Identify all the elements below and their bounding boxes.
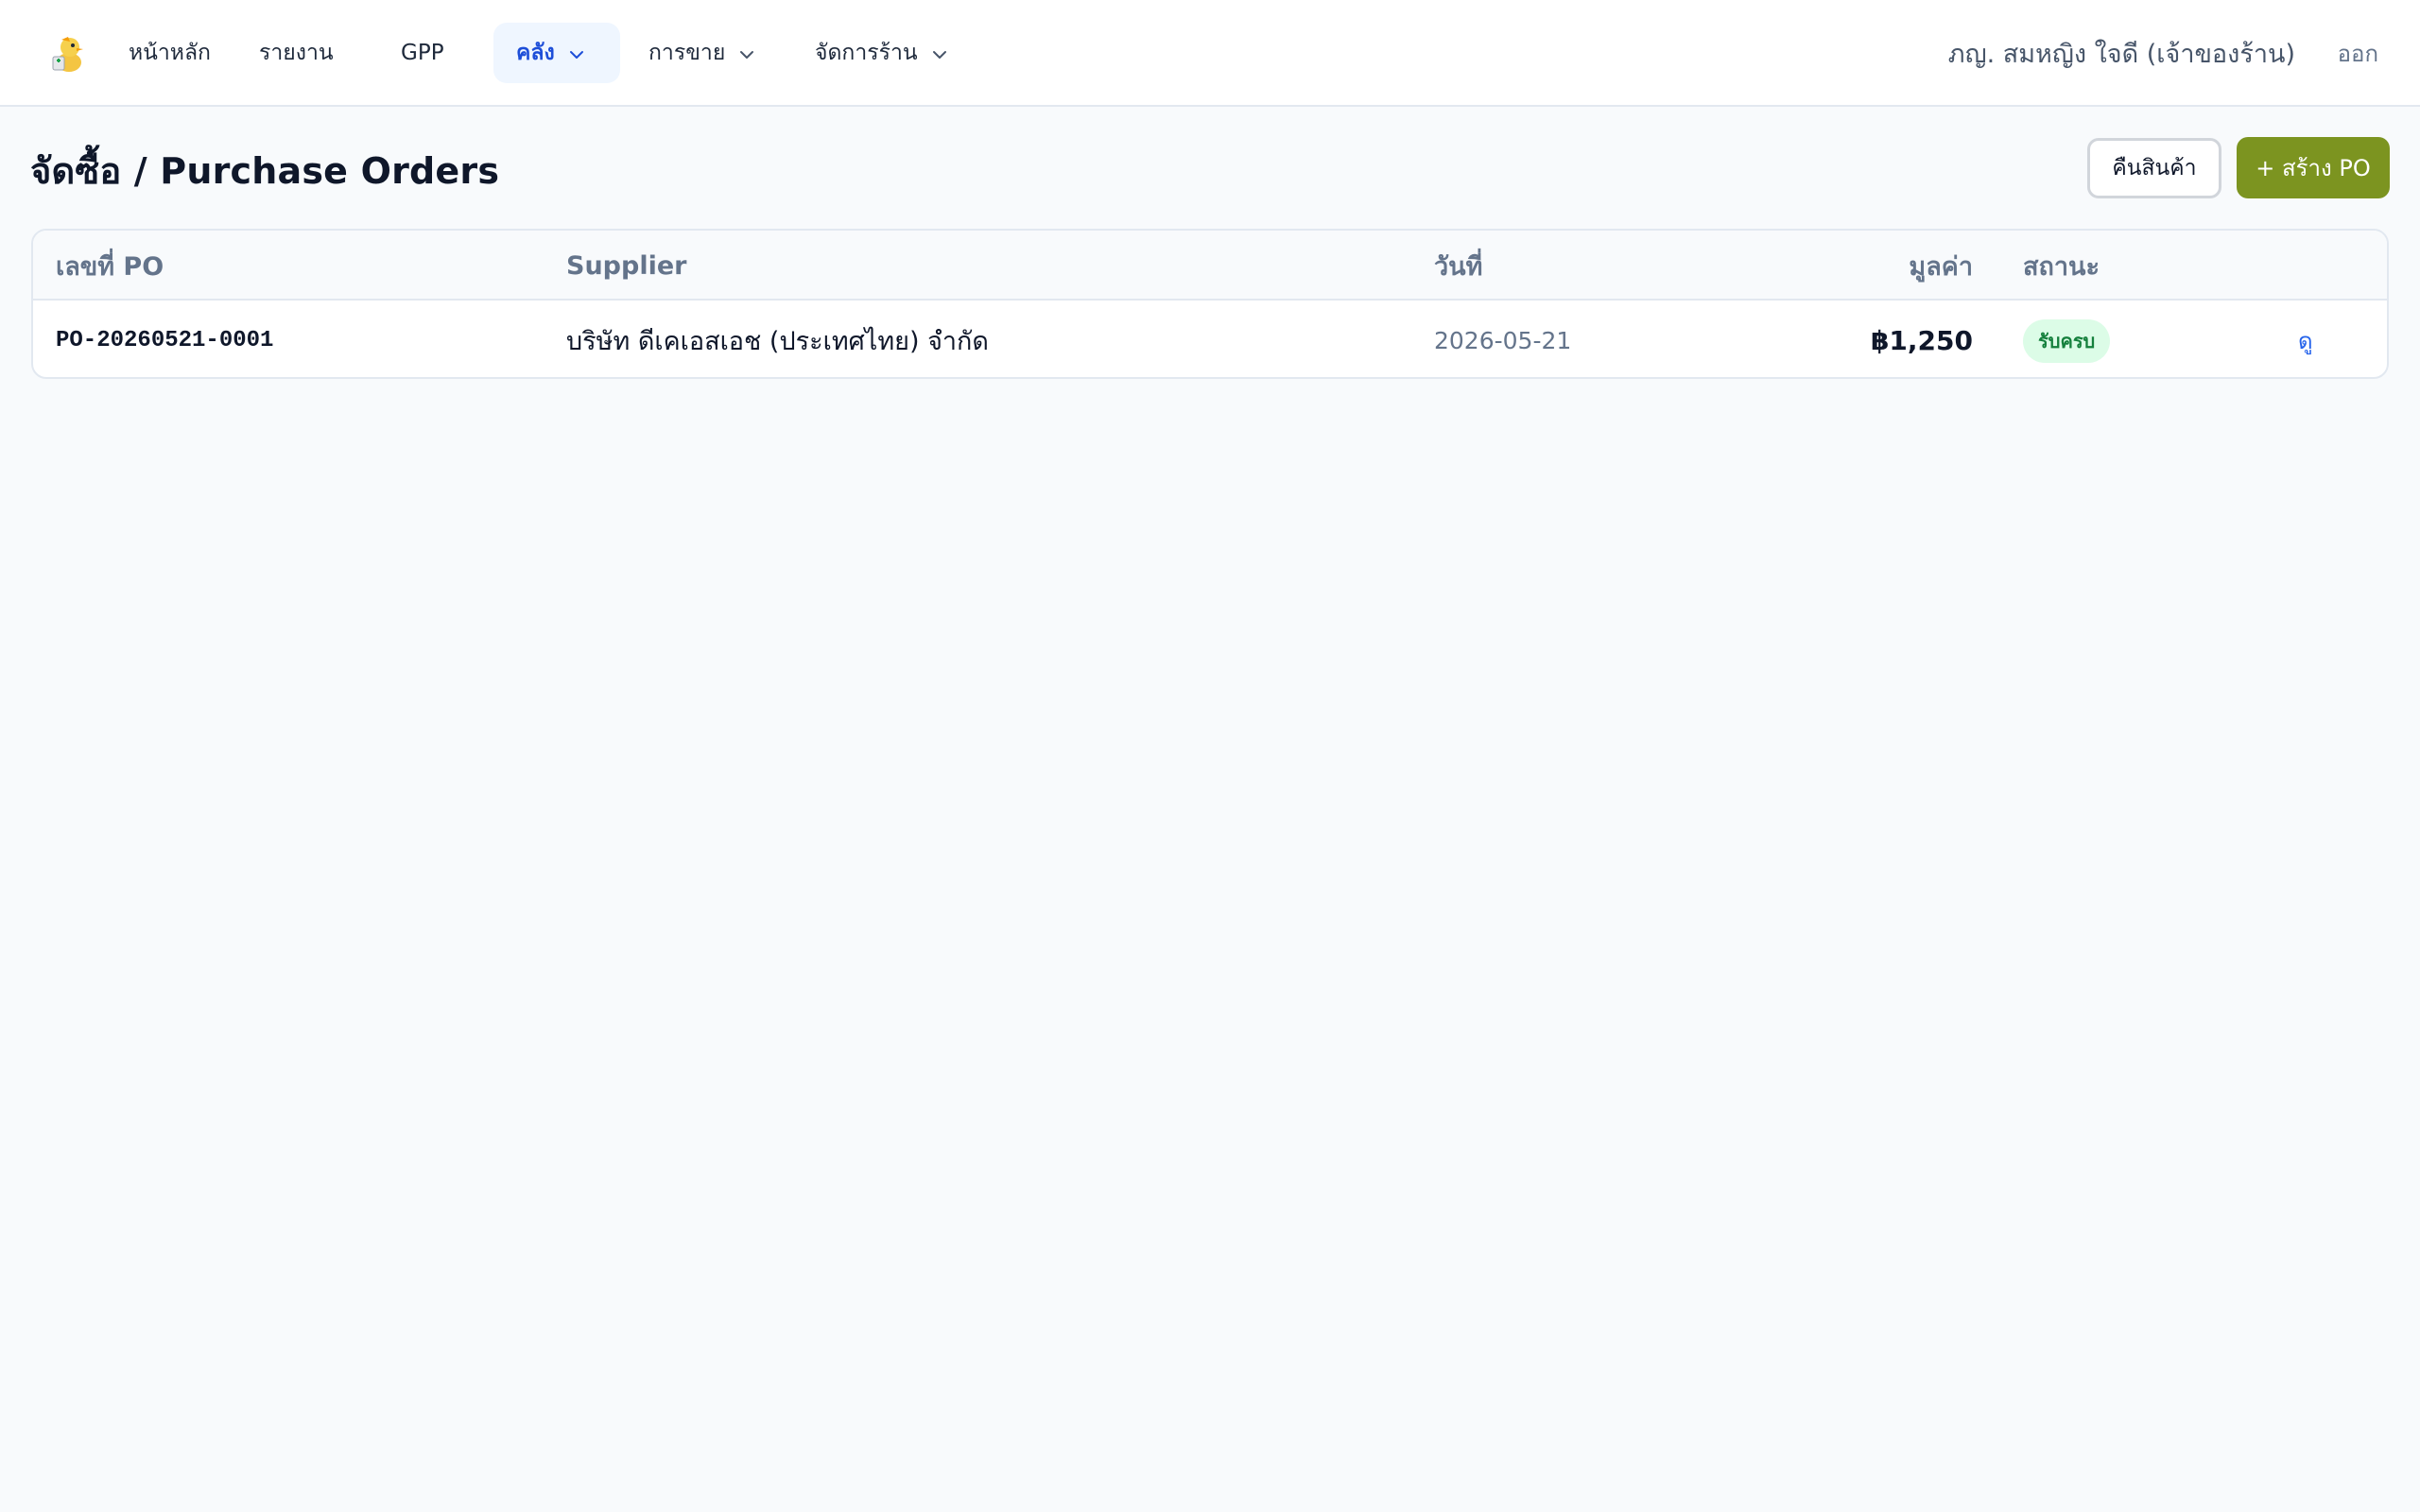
nav-item-label: จัดการร้าน (815, 41, 918, 65)
user-name: ภญ. สมหญิง ใจดี (เจ้าของร้าน) (1947, 39, 2295, 69)
nav-item-label: หน้าหลัก (129, 41, 211, 65)
po-number: PO-20260521-0001 (56, 328, 274, 353)
chevron-down-icon (931, 44, 948, 61)
page-title: จัดซื้อ / Purchase Orders (30, 150, 500, 192)
chevron-down-icon (568, 44, 585, 61)
supplier-name: บริษัท ดีเคเอสเอช (ประเทศไทย) จำกัด (566, 327, 989, 356)
status-cell: รับครบ (2023, 302, 2111, 377)
table-row: PO-20260521-0001 บริษัท ดีเคเอสเอช (ประเ… (33, 302, 2387, 377)
view-link[interactable]: ดู (2298, 302, 2313, 377)
create-po-button[interactable]: + สร้าง PO (2237, 137, 2390, 198)
column-header-date: วันที่ (1434, 251, 1483, 282)
nav-item-inventory[interactable]: คลัง (493, 23, 620, 83)
nav-item-label: คลัง (516, 41, 555, 65)
nav-item-home[interactable]: หน้าหลัก (129, 23, 211, 83)
top-navbar: หน้าหลัก รายงาน GPP คลัง การขาย จัดการร้… (0, 0, 2420, 107)
chevron-down-icon (738, 44, 755, 61)
nav-item-reports[interactable]: รายงาน (259, 23, 334, 83)
column-header-amount: มูลค่า (1909, 251, 1973, 282)
return-goods-button[interactable]: คืนสินค้า (2087, 138, 2221, 198)
purchase-orders-table: เลขที่ PO Supplier วันที่ มูลค่า สถานะ P… (31, 229, 2389, 379)
logout-link[interactable]: ออก (2338, 23, 2378, 83)
pharmacist-mascot-icon[interactable] (49, 34, 89, 74)
table-header: เลขที่ PO Supplier วันที่ มูลค่า สถานะ (33, 231, 2387, 301)
nav-item-gpp[interactable]: GPP (401, 23, 444, 83)
nav-item-label: การขาย (648, 41, 726, 65)
nav-item-label: รายงาน (259, 41, 334, 65)
po-amount: ฿1,250 (1870, 325, 1973, 356)
column-header-supplier: Supplier (566, 250, 687, 281)
column-header-po-number: เลขที่ PO (56, 251, 164, 282)
nav-item-label: GPP (401, 41, 444, 65)
nav-item-sales[interactable]: การขาย (648, 23, 755, 83)
po-date: 2026-05-21 (1434, 327, 1572, 354)
nav-item-manage-shop[interactable]: จัดการร้าน (815, 23, 948, 83)
column-header-status: สถานะ (2023, 251, 2100, 282)
status-badge: รับครบ (2023, 318, 2111, 363)
